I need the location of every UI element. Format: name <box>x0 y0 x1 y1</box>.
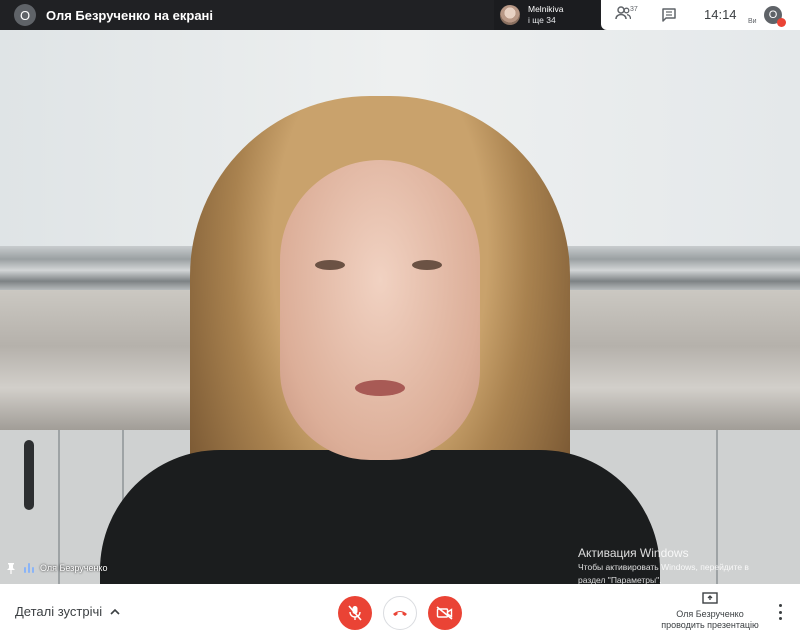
speaker-name: Оля Безрученко <box>40 563 108 573</box>
people-icon <box>615 6 632 20</box>
chat-icon <box>662 8 676 22</box>
meeting-details-label: Деталі зустрічі <box>15 604 103 619</box>
speaker-eye <box>412 260 442 270</box>
presentation-status[interactable]: Оля Безрученко проводить презентацію <box>660 592 760 631</box>
watermark-line-2: раздел "Параметры". <box>578 575 662 584</box>
speaker-mouth <box>355 380 405 396</box>
cabinet-handle <box>24 440 34 510</box>
mic-off-icon <box>348 605 362 621</box>
windows-activation-watermark: Активация Windows Чтобы активировать Win… <box>578 546 749 584</box>
leave-call-button[interactable] <box>383 596 417 630</box>
clock: 14:14 <box>704 7 737 22</box>
more-options-button[interactable] <box>775 604 785 620</box>
self-view-chip[interactable]: Ви О <box>748 5 788 27</box>
cabinet-door-edge <box>58 430 60 584</box>
pin-icon[interactable] <box>6 562 16 574</box>
mic-toggle-button[interactable] <box>338 596 372 630</box>
top-bar: О Оля Безрученко на екрані Melnikiva і щ… <box>0 0 800 30</box>
presentation-video: Оля Безрученко Активация Windows Чтобы а… <box>0 30 800 584</box>
camera-off-icon <box>436 606 453 620</box>
speaker-body <box>100 450 660 584</box>
present-screen-icon <box>702 592 718 604</box>
more-vertical-icon <box>778 604 782 607</box>
presenter-name: Оля Безрученко <box>676 609 744 619</box>
participant-avatar <box>500 5 520 25</box>
self-label: Ви <box>748 18 757 25</box>
audio-level-icon <box>24 563 34 573</box>
participant-strip[interactable]: Melnikiva і ще 34 <box>494 0 600 30</box>
hang-up-icon <box>393 611 407 616</box>
meeting-details-button[interactable]: Деталі зустрічі <box>15 604 120 619</box>
speaker-face <box>280 160 480 460</box>
camera-toggle-button[interactable] <box>428 596 462 630</box>
speaker-eye <box>315 260 345 270</box>
watermark-title: Активация Windows <box>578 546 689 560</box>
participant-strip-text: Melnikiva і ще 34 <box>528 4 563 26</box>
chat-button[interactable] <box>661 7 677 23</box>
participant-more-count: і ще 34 <box>528 15 556 25</box>
watermark-line-1: Чтобы активировать Windows, перейдите в <box>578 562 749 572</box>
meet-window: О Оля Безрученко на екрані Melnikiva і щ… <box>0 0 800 640</box>
top-right-panel: 37 14:14 Ви О <box>601 0 800 30</box>
participant-name: Melnikiva <box>528 4 564 14</box>
chevron-up-icon <box>110 608 120 615</box>
bottom-bar: Деталі зустрічі Оля Безрученко проводить… <box>0 584 800 640</box>
presenting-label: проводить презентацію <box>661 620 759 630</box>
presenter-chip: О Оля Безрученко на екрані <box>14 4 213 26</box>
people-count-badge: 37 <box>630 6 638 13</box>
speaker-name-tag: Оля Безрученко <box>6 562 107 574</box>
presenter-avatar: О <box>14 4 36 26</box>
presenter-status-text: Оля Безрученко на екрані <box>46 7 214 23</box>
self-mic-off-icon <box>777 18 786 27</box>
